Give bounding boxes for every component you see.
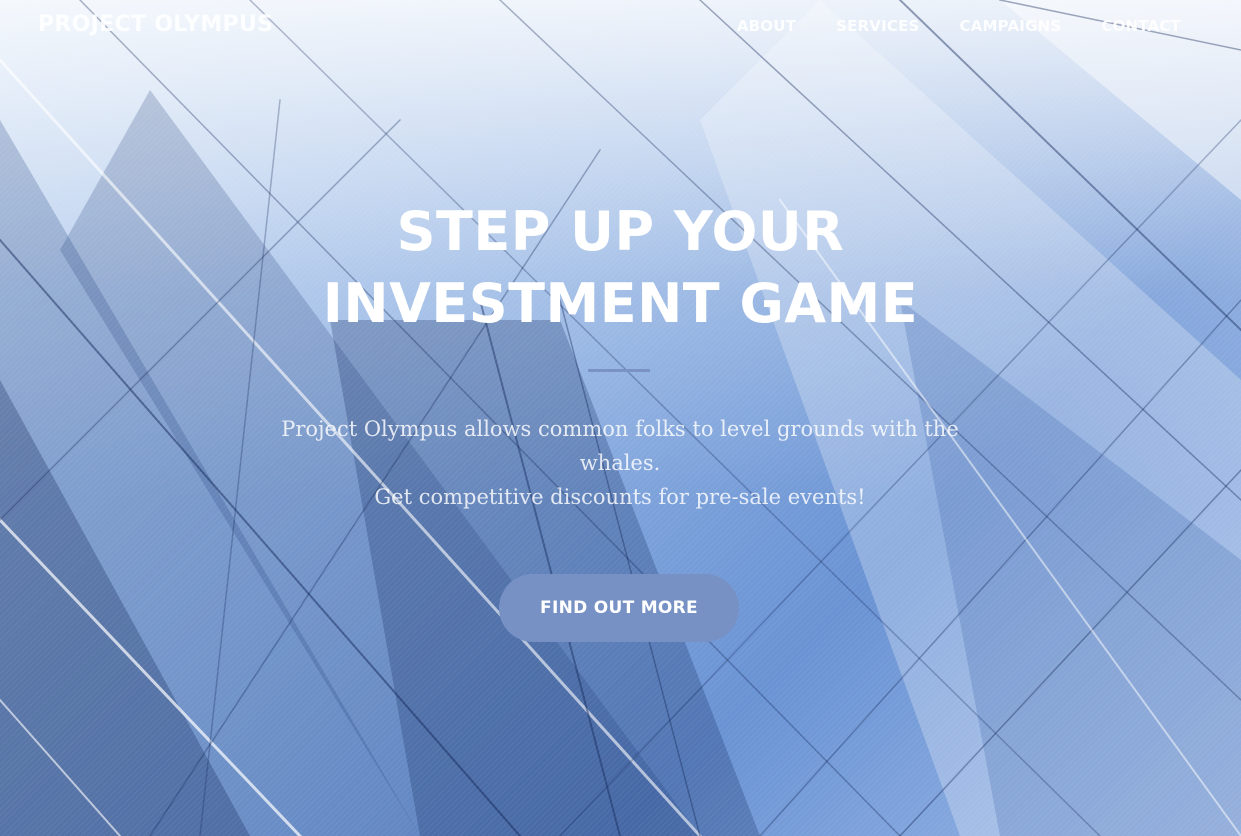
hero-subtext-line-2: Get competitive discounts for pre-sale e… — [374, 485, 866, 509]
nav-links: ABOUT SERVICES CAMPAIGNS CONTACT — [697, 17, 1181, 35]
nav-link-services[interactable]: SERVICES — [836, 17, 919, 35]
hero-divider — [588, 369, 650, 372]
hero-headline: STEP UP YOUR INVESTMENT GAME — [0, 196, 1241, 340]
top-navbar: PROJECT OLYMPUS ABOUT SERVICES CAMPAIGNS… — [0, 0, 1241, 54]
hero-headline-line-2: INVESTMENT GAME — [322, 272, 919, 335]
find-out-more-button[interactable]: FIND OUT MORE — [499, 574, 739, 642]
brand-logo-link[interactable]: PROJECT OLYMPUS — [38, 12, 273, 37]
nav-link-contact[interactable]: CONTACT — [1101, 17, 1181, 35]
hero-headline-line-1: STEP UP YOUR — [396, 200, 845, 263]
hero-subtext: Project Olympus allows common folks to l… — [255, 412, 985, 514]
hero-section: PROJECT OLYMPUS ABOUT SERVICES CAMPAIGNS… — [0, 0, 1241, 836]
nav-link-campaigns[interactable]: CAMPAIGNS — [960, 17, 1062, 35]
nav-link-about[interactable]: ABOUT — [737, 17, 796, 35]
hero-subtext-line-1: Project Olympus allows common folks to l… — [281, 417, 959, 475]
